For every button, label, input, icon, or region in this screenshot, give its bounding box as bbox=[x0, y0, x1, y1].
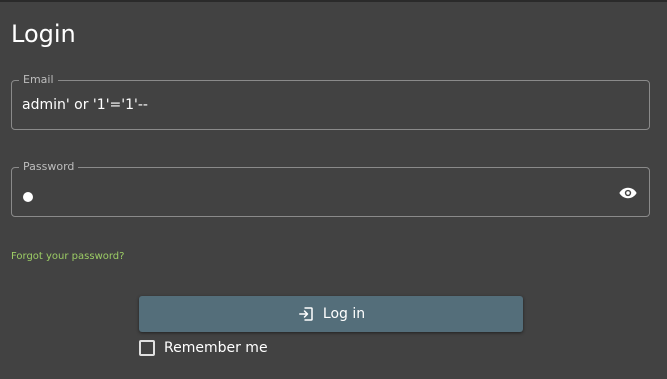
password-label: Password bbox=[19, 160, 79, 174]
eye-icon[interactable] bbox=[619, 186, 637, 200]
remember-me-label: Remember me bbox=[164, 340, 268, 356]
page-title: Login bbox=[11, 20, 76, 48]
login-button-label: Log in bbox=[322, 306, 366, 322]
forgot-password-link[interactable]: Forgot your password? bbox=[11, 250, 124, 263]
email-field[interactable]: Email admin' or '1'='1'-- bbox=[11, 73, 650, 130]
password-input[interactable] bbox=[23, 192, 33, 202]
password-field[interactable]: Password bbox=[11, 160, 650, 217]
email-input[interactable]: admin' or '1'='1'-- bbox=[22, 96, 148, 114]
remember-me-checkbox[interactable] bbox=[139, 340, 155, 356]
top-divider bbox=[0, 0, 667, 2]
email-label: Email bbox=[19, 73, 58, 87]
login-button[interactable]: Log in bbox=[139, 296, 523, 332]
login-icon bbox=[299, 307, 313, 321]
remember-me[interactable]: Remember me bbox=[139, 339, 268, 357]
